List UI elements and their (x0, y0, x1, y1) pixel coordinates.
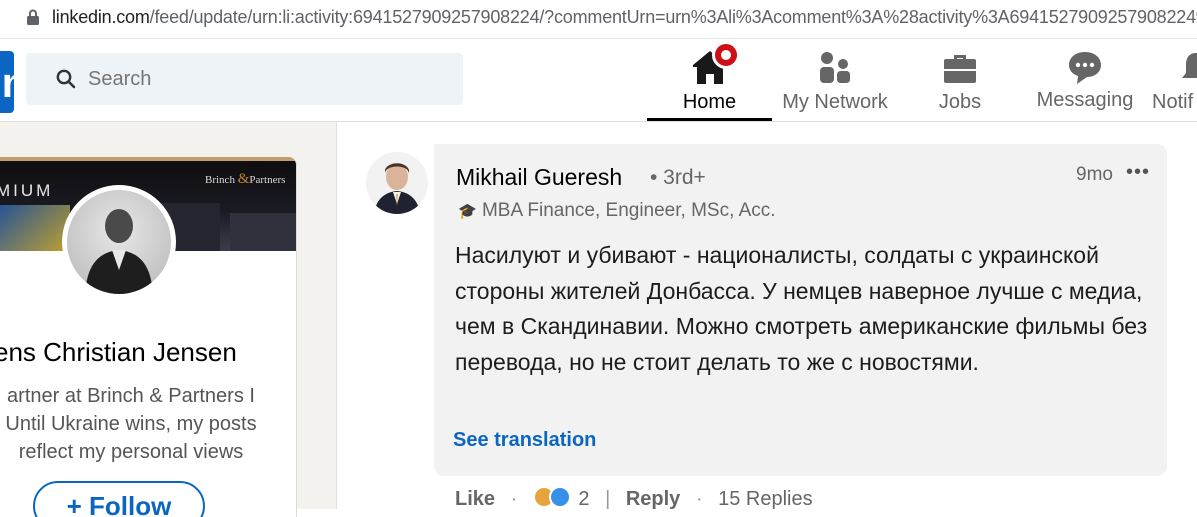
like-reaction-icon (548, 486, 571, 508)
top-nav: in Home My Network Jobs (0, 39, 1197, 122)
search-input[interactable] (88, 53, 448, 105)
reactions-icons[interactable] (532, 486, 573, 508)
url-text: linkedin.com/feed/update/urn:li:activity… (52, 7, 1197, 27)
profile-avatar[interactable] (67, 190, 171, 294)
nav-my-network[interactable]: My Network (772, 39, 898, 121)
profile-headline: artner at Brinch & Partners I Until Ukra… (5, 385, 257, 463)
profile-card: MIUM Brinch &Partners ens Christian Jens… (0, 157, 297, 517)
network-icon (820, 52, 850, 83)
nav-messaging-label: Messaging (1036, 89, 1134, 111)
nav-notifications-label: Notif (1152, 91, 1194, 113)
replies-count-link[interactable]: 15 Replies (718, 488, 813, 510)
premium-label: MIUM (0, 181, 54, 200)
like-button[interactable]: Like (455, 488, 495, 510)
see-translation-link[interactable]: See translation (453, 429, 596, 452)
nav-jobs[interactable]: Jobs (898, 39, 1022, 121)
search-box[interactable] (26, 53, 463, 105)
messaging-icon (1069, 52, 1101, 84)
reply-button[interactable]: Reply (626, 488, 680, 510)
nav-jobs-label: Jobs (938, 91, 982, 113)
lock-icon (27, 9, 39, 25)
connection-degree: • 3rd+ (650, 166, 706, 189)
person-photo (85, 209, 153, 294)
briefcase-icon (944, 55, 976, 83)
graduation-cap-icon: 🎓 (458, 203, 477, 220)
banner-brand-text: Brinch &Partners (205, 171, 286, 187)
notification-dot (712, 41, 740, 69)
search-icon (56, 69, 76, 89)
profile-name[interactable]: ens Christian Jensen (0, 337, 237, 368)
comment-timestamp: 9mo (1076, 164, 1113, 185)
reaction-count[interactable]: 2 (578, 488, 589, 510)
commenter-headline: 🎓 MBA Finance, Engineer, MSc, Acc. (458, 200, 776, 221)
action-divider: | (605, 488, 611, 510)
linkedin-logo[interactable]: in (0, 51, 27, 113)
nav-notifications[interactable]: Notif (1148, 39, 1197, 121)
nav-my-network-label: My Network (782, 91, 888, 113)
nav-messaging[interactable]: Messaging (1022, 39, 1148, 121)
commenter-photo (374, 163, 420, 214)
follow-button[interactable]: + Follow (33, 481, 205, 517)
browser-address-bar[interactable]: linkedin.com/feed/update/urn:li:activity… (0, 0, 1197, 39)
bell-icon (1182, 53, 1197, 78)
comment-text: Насилуют и убивают - националисты, солда… (455, 242, 1148, 375)
comment-actions: Like · 2 | Reply · 15 Replies (455, 486, 813, 510)
active-tab-indicator (647, 118, 772, 121)
nav-home-label: Home (682, 91, 737, 113)
more-options-button[interactable]: ••• (1126, 161, 1150, 184)
nav-home[interactable]: Home (647, 39, 772, 121)
commenter-avatar[interactable] (366, 152, 428, 214)
commenter-name[interactable]: Mikhail Gueresh (456, 164, 622, 191)
